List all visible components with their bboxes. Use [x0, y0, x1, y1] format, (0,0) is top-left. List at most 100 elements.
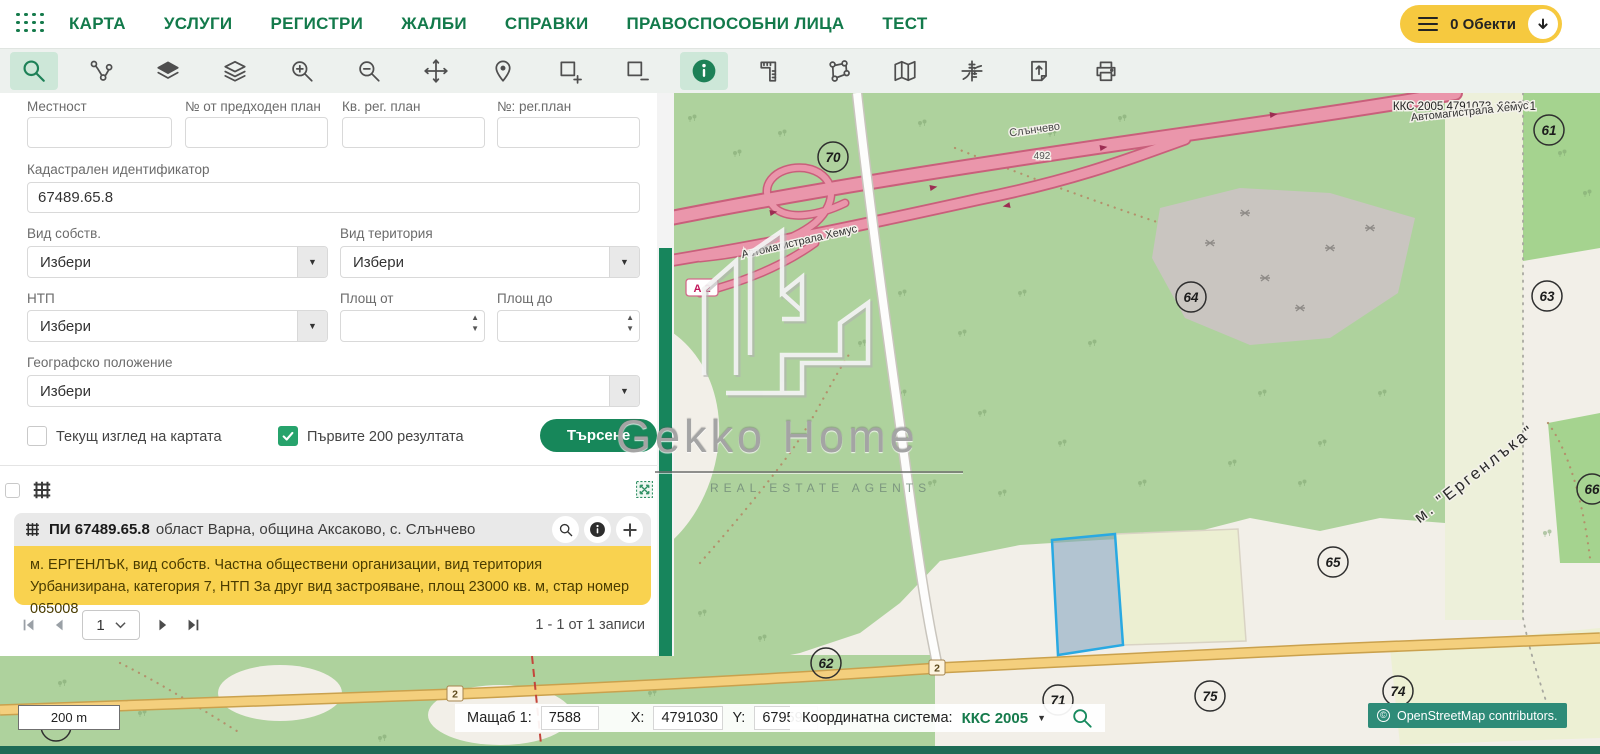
- printer-icon: [1093, 58, 1119, 84]
- attribution-text: OpenStreetMap contributors.: [1397, 709, 1558, 723]
- next-page-icon: [155, 617, 171, 633]
- chevron-down-icon[interactable]: ▼: [1037, 713, 1046, 723]
- objects-expand-button[interactable]: [1528, 9, 1558, 39]
- vid-teritoria-select[interactable]: Избери ▼: [340, 246, 640, 278]
- geo-label: Географско положение: [27, 355, 173, 370]
- route-tool-button[interactable]: [77, 52, 125, 90]
- ntp-label: НТП: [27, 291, 55, 306]
- stepper-arrows-icon[interactable]: ▲▼: [626, 314, 634, 333]
- layers-stack-icon: [222, 58, 248, 84]
- geo-value: Избери: [28, 383, 609, 400]
- geo-select[interactable]: Избери ▼: [27, 375, 640, 407]
- road-number-text: 2: [934, 663, 940, 675]
- info-icon: [589, 521, 606, 538]
- plus-icon: [622, 522, 638, 538]
- crs-label: Координатна система:: [802, 710, 953, 726]
- info-tool-button[interactable]: [680, 52, 728, 90]
- map-toolbar: [0, 48, 1600, 93]
- menu-item-spravki[interactable]: СПРАВКИ: [505, 14, 589, 34]
- kv-reg-plan-input[interactable]: [342, 117, 485, 148]
- page-number: 1: [96, 617, 104, 634]
- rectangle-remove-icon: [624, 58, 650, 84]
- layers-tool-button[interactable]: [144, 52, 192, 90]
- scale-bar: 200 m: [18, 705, 120, 730]
- vid-sobstv-select[interactable]: Избери ▼: [27, 246, 328, 278]
- zoom-out-tool-button[interactable]: [345, 52, 393, 90]
- result-zoom-button[interactable]: [552, 516, 579, 543]
- zoom-in-tool-button[interactable]: [278, 52, 326, 90]
- no-reg-plan-input[interactable]: [497, 117, 640, 148]
- search-button[interactable]: Търсене: [540, 419, 657, 452]
- result-add-button[interactable]: [616, 516, 643, 543]
- first-200-label: Първите 200 резултата: [307, 429, 464, 445]
- pagination-info: 1 - 1 от 1 записи: [535, 617, 645, 633]
- page-select[interactable]: 1: [82, 610, 140, 640]
- scale-value-box[interactable]: 7588: [541, 706, 599, 730]
- first-page-icon: [21, 617, 37, 633]
- select-all-results-checkbox[interactable]: [5, 483, 20, 498]
- print-tool-button[interactable]: [1082, 52, 1130, 90]
- scrollbar-thumb[interactable]: [659, 248, 672, 656]
- result-parcel-id: ПИ 67489.65.8: [49, 521, 150, 538]
- share-nodes-tool-button[interactable]: [814, 52, 862, 90]
- export-tool-button[interactable]: [1015, 52, 1063, 90]
- search-tool-button[interactable]: [10, 52, 58, 90]
- coordinate-axes-icon: [959, 58, 985, 84]
- cadastral-id-input[interactable]: [27, 182, 640, 213]
- chevron-down-icon: ▼: [297, 311, 327, 341]
- plosht-ot-label: Площ от: [340, 291, 394, 306]
- map-metrics: Мащаб 1: 7588 X: 4791030 Y: 679595: [455, 704, 830, 732]
- map-tool-button[interactable]: [881, 52, 929, 90]
- selected-parcel[interactable]: [1052, 534, 1123, 655]
- coordinates-tool-button[interactable]: [948, 52, 996, 90]
- panel-divider: [0, 465, 657, 466]
- road-ref-label: 492: [1034, 151, 1051, 162]
- rectangle-add-icon: [557, 58, 583, 84]
- road-number-text: 2: [452, 689, 458, 701]
- grid-icon[interactable]: [31, 479, 53, 501]
- measure-tool-button[interactable]: [747, 52, 795, 90]
- prev-plan-input[interactable]: [185, 117, 328, 148]
- current-view-checkbox[interactable]: [27, 426, 47, 446]
- vid-teritoria-label: Вид територия: [340, 226, 433, 241]
- location-tool-button[interactable]: [479, 52, 527, 90]
- result-row-header[interactable]: ПИ 67489.65.8 област Варна, община Аксак…: [14, 513, 651, 546]
- objects-button[interactable]: 0 Обекти: [1400, 5, 1562, 43]
- mestnost-input[interactable]: [27, 117, 172, 148]
- search-icon: [21, 58, 47, 84]
- main-menu: КАРТА УСЛУГИ РЕГИСТРИ ЖАЛБИ СПРАВКИ ПРАВ…: [69, 14, 928, 34]
- crs-value[interactable]: ККС 2005: [962, 710, 1028, 727]
- menu-item-registri[interactable]: РЕГИСТРИ: [270, 14, 363, 34]
- apps-grid-icon[interactable]: [16, 13, 47, 36]
- parcel-number-text: 64: [1183, 290, 1199, 305]
- scale-bar-label: 200 m: [51, 710, 87, 725]
- bottom-strip: [0, 746, 1600, 754]
- result-details[interactable]: м. ЕРГЕНЛЪК, вид собств. Частна обществе…: [14, 546, 651, 605]
- coordinate-search-button[interactable]: [1071, 707, 1093, 729]
- stepper-arrows-icon[interactable]: ▲▼: [471, 314, 479, 333]
- ntp-select[interactable]: Избери ▼: [27, 310, 328, 342]
- first-200-checkbox[interactable]: [278, 426, 298, 446]
- menu-item-zhalbi[interactable]: ЖАЛБИ: [401, 14, 467, 34]
- menu-item-pravosposobni-litsa[interactable]: ПРАВОСПОСОБНИ ЛИЦА: [627, 14, 845, 34]
- prev-page-icon: [51, 617, 67, 633]
- plosht-do-stepper[interactable]: ▲▼: [497, 310, 640, 342]
- select-rect-remove-tool-button[interactable]: [613, 52, 661, 90]
- layers-stack-tool-button[interactable]: [211, 52, 259, 90]
- select-rect-add-tool-button[interactable]: [546, 52, 594, 90]
- menu-item-test[interactable]: ТЕСТ: [882, 14, 927, 34]
- expand-results-icon[interactable]: [635, 480, 654, 499]
- first-page-button[interactable]: [14, 617, 44, 633]
- menu-item-uslugi[interactable]: УСЛУГИ: [164, 14, 233, 34]
- menu-item-karta[interactable]: КАРТА: [69, 14, 126, 34]
- prev-page-button[interactable]: [44, 617, 74, 633]
- result-info-button[interactable]: [584, 516, 611, 543]
- plosht-ot-stepper[interactable]: ▲▼: [340, 310, 485, 342]
- next-page-button[interactable]: [148, 617, 178, 633]
- map-stage: ККС 2005 4791073, 680661 Слънчево 492 Ав…: [0, 93, 1600, 754]
- pan-tool-button[interactable]: [412, 52, 460, 90]
- panel-scrollbar[interactable]: [657, 93, 674, 656]
- grid-icon: [24, 521, 41, 538]
- last-page-button[interactable]: [178, 617, 208, 633]
- highway-ref-label: А 2: [693, 283, 710, 295]
